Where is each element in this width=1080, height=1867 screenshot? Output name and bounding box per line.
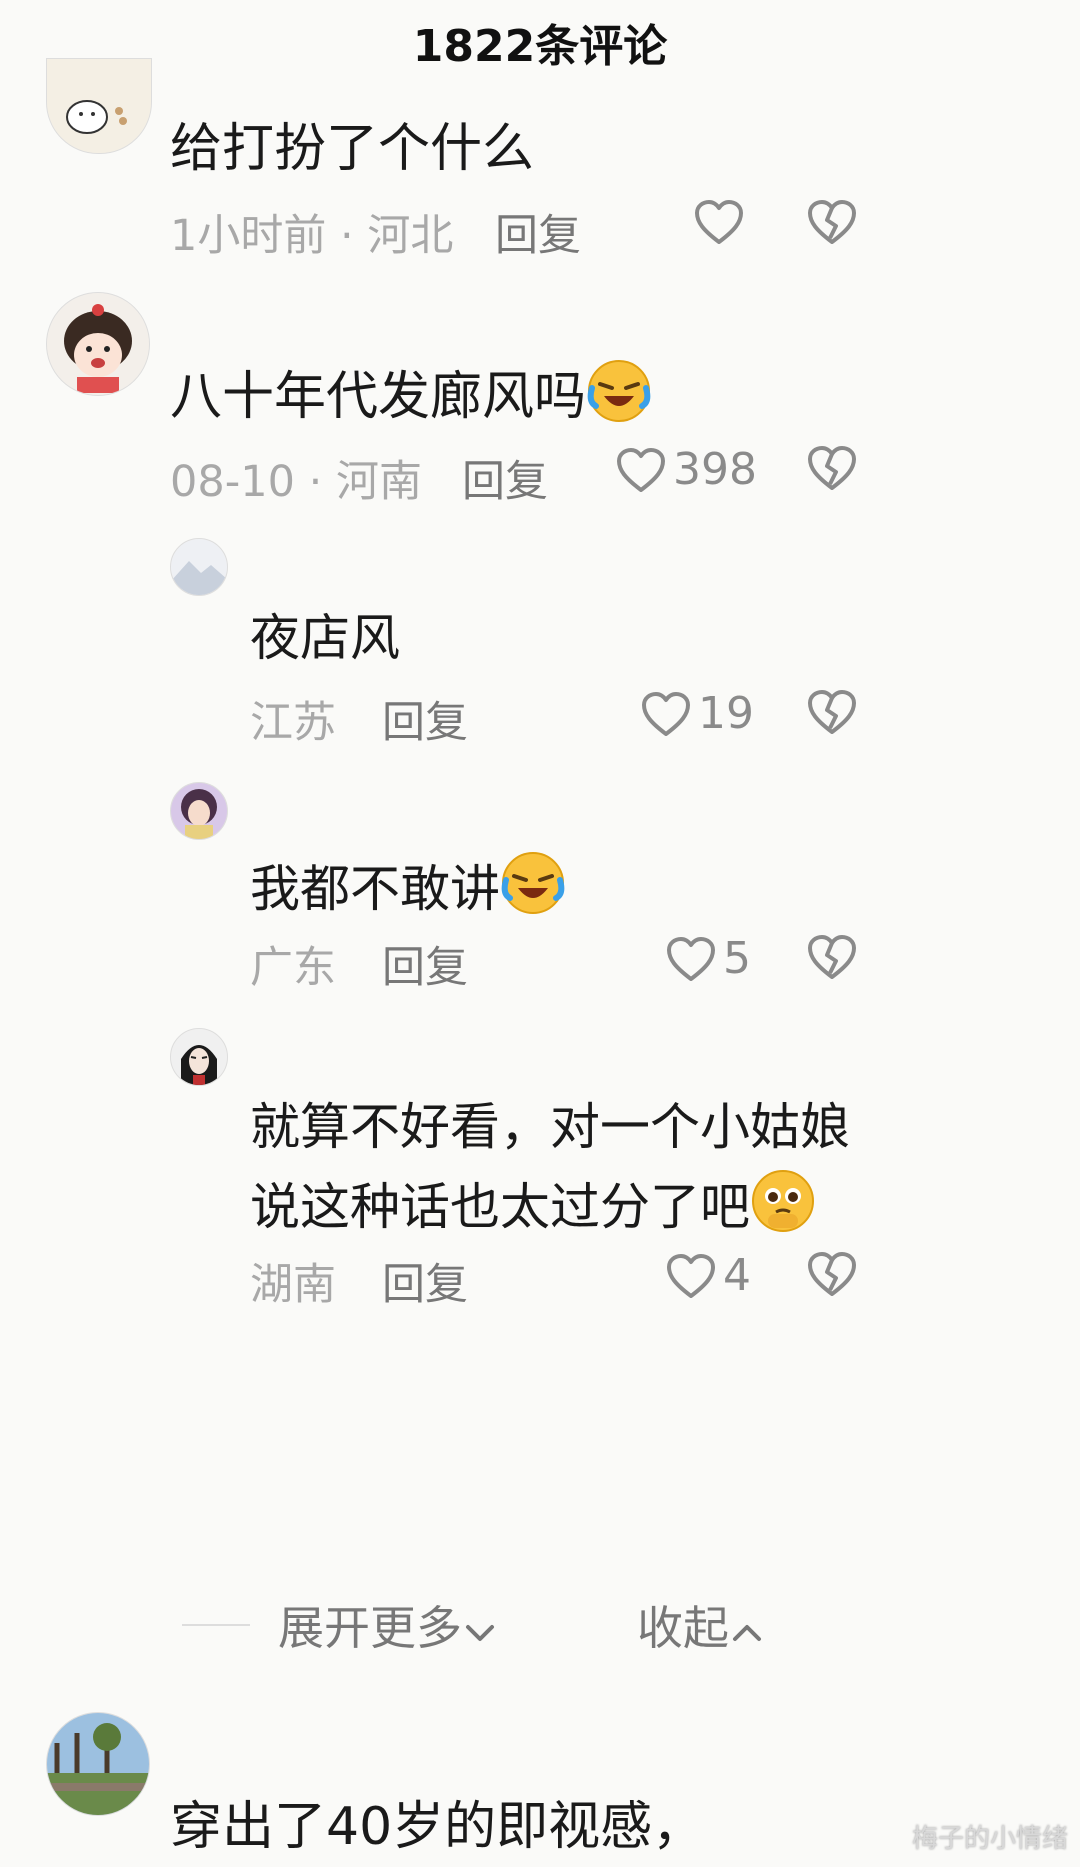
expand-more-button[interactable]: 展开更多 bbox=[278, 1592, 498, 1658]
laugh-cry-emoji bbox=[500, 850, 566, 916]
meta-separator: · bbox=[340, 211, 354, 261]
like-button[interactable]: 19 bbox=[640, 688, 754, 739]
like-count: 5 bbox=[723, 933, 751, 984]
divider bbox=[182, 1624, 250, 1626]
comment-meta: 1小时前 · 河北 bbox=[170, 201, 453, 263]
heart-icon bbox=[615, 446, 667, 494]
comment-location: 河南 bbox=[335, 457, 422, 507]
comment-text-content: 八十年代发廊风吗 bbox=[170, 367, 587, 427]
broken-heart-icon bbox=[806, 1250, 858, 1298]
collapse-label: 收起 bbox=[637, 1601, 729, 1655]
heart-icon bbox=[693, 198, 745, 246]
comment-meta: 江苏 bbox=[250, 688, 336, 750]
broken-heart-icon bbox=[806, 444, 858, 492]
avatar[interactable] bbox=[46, 292, 150, 396]
comment-time: 1小时前 bbox=[170, 211, 327, 261]
watermark: 梅子的小情绪 bbox=[911, 1824, 1068, 1854]
avatar[interactable] bbox=[46, 1712, 150, 1816]
reply-button[interactable]: 回复 bbox=[382, 1250, 468, 1312]
dislike-button[interactable] bbox=[806, 198, 858, 246]
like-button[interactable]: 4 bbox=[665, 1250, 751, 1301]
comment-location: 河北 bbox=[367, 211, 454, 261]
comment-meta: 广东 bbox=[250, 933, 336, 995]
comment-text: 八十年代发廊风吗 bbox=[170, 358, 652, 428]
comment-location: 广东 bbox=[250, 943, 336, 993]
collapse-button[interactable]: 收起 bbox=[637, 1592, 765, 1658]
comment-time: 08-10 bbox=[170, 457, 295, 507]
chevron-down-icon bbox=[462, 1617, 498, 1647]
reply-button[interactable]: 回复 bbox=[462, 447, 548, 509]
comment-text-line2: 说这种话也太过分了吧 bbox=[250, 1168, 816, 1237]
avatar[interactable] bbox=[170, 1028, 228, 1086]
like-button[interactable]: 398 bbox=[615, 444, 757, 495]
like-count: 398 bbox=[673, 444, 757, 495]
laugh-cry-emoji bbox=[586, 358, 652, 424]
comment-text-content: 我都不敢讲 bbox=[250, 860, 500, 918]
like-button[interactable]: 5 bbox=[665, 933, 751, 984]
broken-heart-icon bbox=[806, 933, 858, 981]
heart-icon bbox=[665, 1252, 717, 1300]
comment-count-title: 1822条评论 bbox=[412, 21, 668, 72]
dislike-button[interactable] bbox=[806, 688, 858, 736]
comment-text: 给打扮了个什么 bbox=[170, 119, 535, 179]
avatar[interactable] bbox=[170, 538, 228, 596]
reply-button[interactable]: 回复 bbox=[382, 933, 468, 995]
comment-text-content: 说这种话也太过分了吧 bbox=[250, 1178, 750, 1236]
like-count: 19 bbox=[698, 688, 754, 739]
avatar[interactable] bbox=[46, 58, 152, 154]
comment-text: 我都不敢讲 bbox=[250, 850, 566, 919]
heart-icon bbox=[640, 690, 692, 738]
reply-button[interactable]: 回复 bbox=[495, 201, 581, 263]
meta-separator: · bbox=[308, 457, 323, 507]
comment-meta: 湖南 bbox=[250, 1250, 336, 1312]
like-button[interactable] bbox=[693, 198, 745, 246]
dislike-button[interactable] bbox=[806, 933, 858, 981]
pleading-emoji bbox=[750, 1168, 816, 1234]
avatar[interactable] bbox=[170, 782, 228, 840]
comment-location: 湖南 bbox=[250, 1260, 336, 1310]
chevron-up-icon bbox=[729, 1617, 765, 1647]
comment-text: 夜店风 bbox=[250, 609, 400, 667]
comment-meta: 08-10 · 河南 bbox=[170, 447, 422, 509]
reply-expand-row: 展开更多 收起 bbox=[0, 1592, 1080, 1662]
comment-location: 江苏 bbox=[250, 698, 336, 748]
comment-text-line1: 就算不好看，对一个小姑娘 bbox=[250, 1098, 850, 1156]
comments-header: 1822条评论 bbox=[0, 0, 1080, 80]
broken-heart-icon bbox=[806, 198, 858, 246]
heart-icon bbox=[665, 935, 717, 983]
broken-heart-icon bbox=[806, 688, 858, 736]
like-count: 4 bbox=[723, 1250, 751, 1301]
dislike-button[interactable] bbox=[806, 444, 858, 492]
comment-text: 穿出了40岁的即视感， bbox=[170, 1797, 705, 1857]
dislike-button[interactable] bbox=[806, 1250, 858, 1298]
expand-more-label: 展开更多 bbox=[278, 1601, 462, 1655]
reply-button[interactable]: 回复 bbox=[382, 688, 468, 750]
